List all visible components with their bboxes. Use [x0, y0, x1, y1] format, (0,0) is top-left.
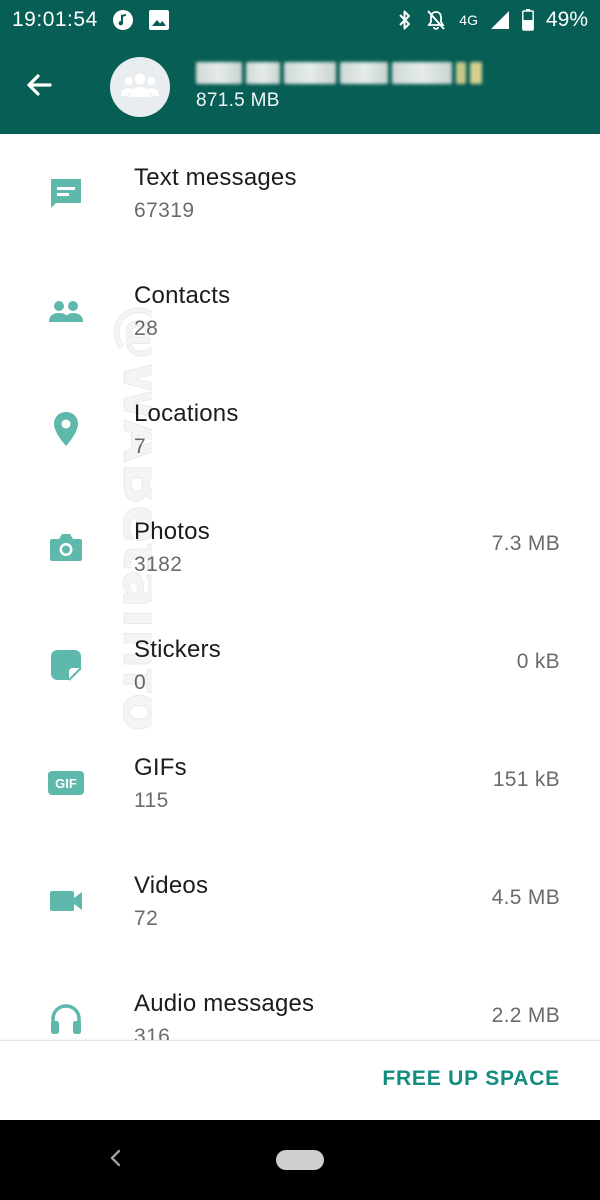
item-size: 7.3 MB	[491, 532, 560, 555]
item-label: Text messages	[134, 164, 297, 191]
list-item-videos[interactable]: Videos 72 4.5 MB	[0, 842, 600, 960]
headphones-icon	[46, 999, 86, 1039]
battery-icon	[522, 9, 534, 31]
group-icon	[120, 70, 160, 105]
gif-badge-label: GIF	[55, 775, 77, 791]
back-button[interactable]	[0, 40, 78, 134]
item-count: 67319	[134, 199, 195, 222]
chevron-left-icon	[108, 1148, 124, 1173]
storage-total: 871.5 MB	[196, 90, 280, 111]
item-label: Locations	[134, 400, 239, 427]
contacts-icon	[46, 291, 86, 331]
item-label: Contacts	[134, 282, 231, 309]
bluetooth-icon	[397, 9, 413, 31]
location-icon	[46, 409, 86, 449]
app-bar: 871.5 MB	[0, 40, 600, 134]
network-type: 4G	[459, 12, 478, 28]
list-item-locations[interactable]: Locations 7	[0, 370, 600, 488]
item-label: Videos	[134, 872, 209, 899]
item-size: 2.2 MB	[491, 1004, 560, 1027]
message-icon	[46, 173, 86, 213]
signal-icon	[490, 10, 510, 30]
item-label: Stickers	[134, 636, 221, 663]
image-icon	[148, 9, 170, 31]
item-size: 151 kB	[492, 768, 560, 791]
item-size: 4.5 MB	[491, 886, 560, 909]
free-up-space-button[interactable]: FREE UP SPACE	[382, 1067, 560, 1091]
item-label: GIFs	[134, 754, 187, 781]
header-title-block: 871.5 MB	[196, 40, 482, 134]
item-count: 115	[134, 789, 169, 812]
avatar[interactable]	[110, 57, 170, 117]
arrow-back-icon	[24, 70, 54, 105]
bottom-action-bar: FREE UP SPACE	[0, 1040, 600, 1120]
list-item-text-messages[interactable]: Text messages 67319	[0, 134, 600, 252]
item-count: 0	[134, 671, 147, 694]
list-item-contacts[interactable]: Contacts 28	[0, 252, 600, 370]
item-label: Audio messages	[134, 990, 315, 1017]
status-time: 19:01:54	[12, 8, 98, 31]
item-count: 3182	[134, 553, 183, 576]
system-nav-bar	[0, 1120, 600, 1200]
item-label: Photos	[134, 518, 210, 545]
nav-back-button[interactable]	[100, 1144, 132, 1176]
list-item-gifs[interactable]: GIF GIFs 115 151 kB	[0, 724, 600, 842]
list-item-stickers[interactable]: Stickers 0 0 kB	[0, 606, 600, 724]
notifications-off-icon	[425, 9, 447, 31]
list-item-photos[interactable]: Photos 3182 7.3 MB	[0, 488, 600, 606]
battery-percent: 49%	[545, 8, 588, 31]
list-item-audio-messages[interactable]: Audio messages 316 2.2 MB	[0, 960, 600, 1040]
sticker-icon	[46, 645, 86, 685]
camera-icon	[46, 527, 86, 567]
status-bar: 19:01:54 4G 49%	[0, 0, 600, 40]
blurred-chat-name	[196, 62, 482, 84]
item-count: 316	[134, 1025, 171, 1040]
storage-item-list: Text messages 67319 Contacts 28 Location…	[0, 134, 600, 1040]
item-size: 0 kB	[516, 650, 560, 673]
music-note-icon	[112, 9, 134, 31]
video-icon	[46, 881, 86, 921]
item-count: 72	[134, 907, 159, 930]
nav-home-pill[interactable]	[276, 1150, 324, 1170]
item-count: 28	[134, 317, 159, 340]
gif-icon: GIF	[46, 763, 86, 803]
item-count: 7	[134, 435, 147, 458]
